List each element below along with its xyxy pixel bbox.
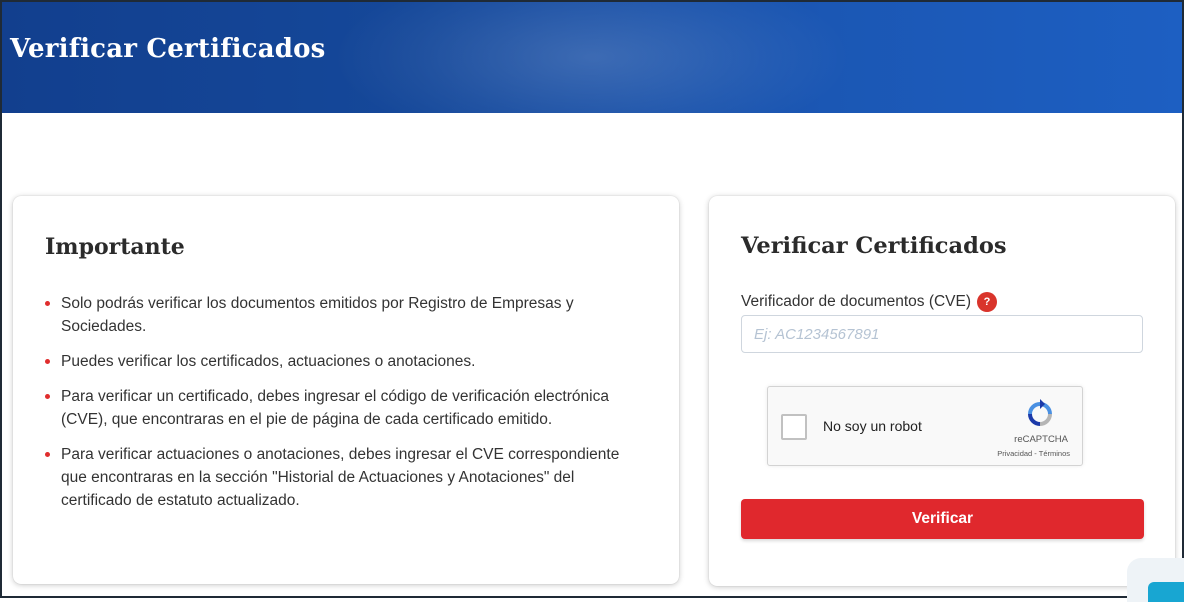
info-card-title: Importante: [45, 234, 185, 260]
form-card-title: Verificar Certificados: [741, 233, 1007, 259]
recaptcha-brand: reCAPTCHA: [1014, 434, 1068, 445]
cve-field-label: Verificador de documentos (CVE) ?: [741, 292, 998, 312]
list-item-text: Solo podrás verificar los documentos emi…: [61, 295, 574, 335]
floating-chat-widget[interactable]: [1127, 558, 1184, 602]
page-title: Verificar Certificados: [10, 34, 326, 64]
info-card: Importante Solo podrás verificar los doc…: [13, 196, 679, 584]
list-item: Para verificar actuaciones o anotaciones…: [45, 443, 635, 512]
recaptcha-logo-icon: [1028, 399, 1052, 426]
recaptcha-widget: No soy un robot reCAPTCHA Privacidad - T…: [767, 386, 1083, 466]
banner-background-image: [332, 2, 852, 113]
recaptcha-links[interactable]: Privacidad - Términos: [997, 449, 1070, 458]
verify-button[interactable]: Verificar: [741, 499, 1144, 539]
list-item: Solo podrás verificar los documentos emi…: [45, 292, 635, 338]
bullet-icon: [45, 301, 50, 306]
cve-input[interactable]: [741, 315, 1143, 353]
bullet-icon: [45, 359, 50, 364]
list-item-text: Puedes verificar los certificados, actua…: [61, 353, 476, 370]
cve-label-text: Verificador de documentos (CVE): [741, 293, 972, 310]
verify-form-card: Verificar Certificados Verificador de do…: [709, 196, 1175, 586]
page-banner: Verificar Certificados: [2, 2, 1182, 113]
help-icon[interactable]: ?: [977, 292, 998, 312]
list-item-text: Para verificar actuaciones o anotaciones…: [61, 446, 620, 509]
bullet-icon: [45, 452, 50, 457]
bullet-icon: [45, 394, 50, 399]
list-item: Para verificar un certificado, debes ing…: [45, 385, 635, 431]
list-item-text: Para verificar un certificado, debes ing…: [61, 388, 609, 428]
info-bullet-list: Solo podrás verificar los documentos emi…: [45, 292, 635, 524]
recaptcha-checkbox[interactable]: [781, 414, 807, 440]
recaptcha-label: No soy un robot: [823, 418, 922, 434]
list-item: Puedes verificar los certificados, actua…: [45, 350, 635, 373]
chat-icon[interactable]: [1148, 582, 1184, 602]
